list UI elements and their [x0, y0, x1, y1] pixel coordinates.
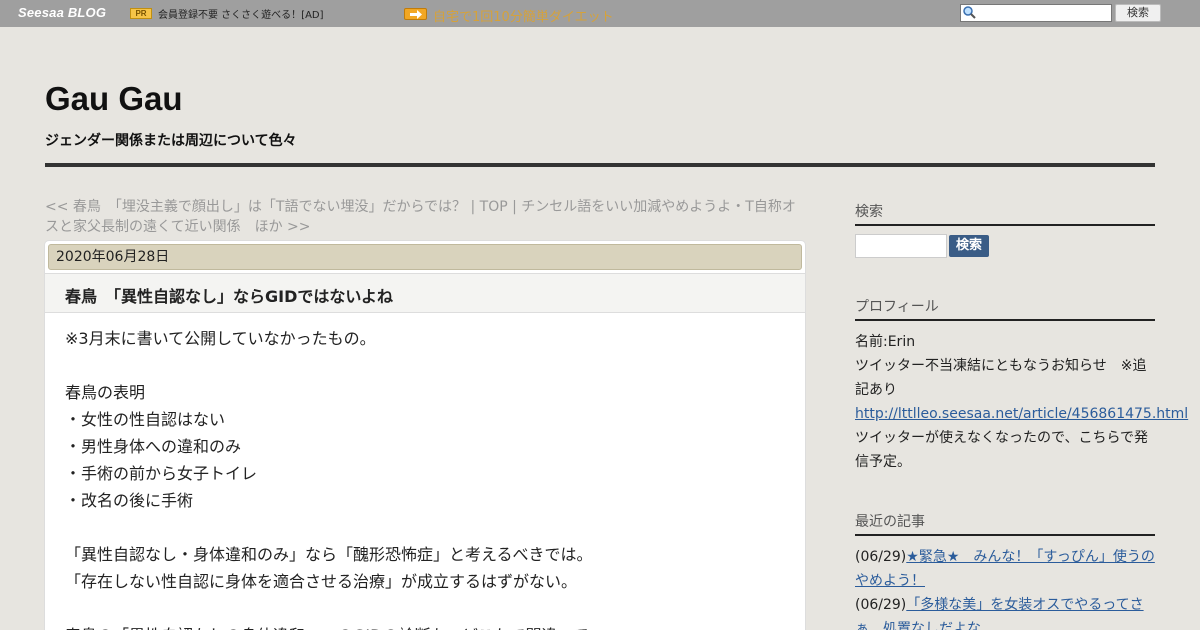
recent-posts: (06/29)★緊急★ みんな！「すっぴん」使うのやめよう！ (06/29)「多…: [855, 545, 1155, 630]
top-search-button[interactable]: 検索: [1115, 4, 1161, 22]
profile-section: 名前:Erin ツイッター不当凍結にともなうお知らせ ※追記あり http://…: [855, 330, 1188, 474]
sidebar-recent-heading: 最近の記事: [855, 511, 1155, 536]
arrow-right-icon: [404, 8, 427, 20]
body-line: ・改名の後に手術: [65, 491, 194, 510]
article: 2020年06月28日 春鳥 「異性自認なし」ならGIDではないよね ※3月末に…: [45, 241, 805, 630]
profile-notice: ツイッター不当凍結にともなうお知らせ ※追記あり: [855, 358, 1147, 398]
sidebar-search-button[interactable]: 検索: [949, 235, 989, 257]
recent-date: (06/29): [855, 597, 907, 613]
body-line: 春鳥の表明: [65, 383, 146, 402]
recent-item: (06/29)「多様な美」を女装オスでやるってさぁ 処置なしだよな: [855, 593, 1155, 630]
post-navigation-text[interactable]: << 春鳥 「埋没主義で顔出し」は「T語でない埋没」だからでは？ | TOP |…: [45, 199, 796, 235]
sidebar-profile-heading: プロフィール: [855, 296, 1155, 321]
post-body: ※3月末に書いて公開していなかったもの。 春鳥の表明 ・女性の性自認はない ・男…: [65, 325, 785, 630]
body-line: ・手術の前から女子トイレ: [65, 464, 258, 483]
post-date: 2020年06月28日: [48, 244, 802, 270]
blog-title[interactable]: Gau Gau: [45, 80, 183, 118]
seesaa-blog-logo[interactable]: Seesaa BLOG: [18, 5, 106, 21]
blog-subtitle: ジェンダー関係または周辺について色々: [45, 133, 297, 149]
body-line: ・男性身体への違和のみ: [65, 437, 242, 456]
body-line: [65, 514, 785, 541]
sidebar-search-input[interactable]: [855, 234, 947, 258]
profile-note: ツイッターが使えなくなったので、こちらで発信予定。: [855, 430, 1149, 470]
search-icon: [963, 6, 976, 19]
body-line: [65, 595, 785, 622]
recent-item: (06/29)★緊急★ みんな！「すっぴん」使うのやめよう！: [855, 545, 1155, 593]
sidebar-search-heading: 検索: [855, 201, 1155, 226]
header-divider: [45, 163, 1155, 167]
body-line: 「存在しない性自認に身体を適合させる治療」が成立するはずがない。: [65, 572, 578, 591]
body-line: [65, 352, 785, 379]
body-line: ※3月末に書いて公開していなかったもの。: [65, 329, 376, 348]
recent-date: (06/29): [855, 549, 907, 565]
profile-name: 名前:Erin: [855, 334, 916, 350]
top-bar: Seesaa BLOG PR 会員登録不要 さくさく遊べる！[AD] 自宅で1回…: [0, 0, 1200, 27]
body-line: 「異性自認なし・身体違和のみ」なら「醜形恐怖症」と考えるべきでは。: [65, 545, 593, 564]
ad-link[interactable]: 自宅で1回10分簡単ダイエット: [433, 6, 614, 25]
body-line: 春鳥の「異性自認なしの身体違和」へのGIDの診断も、どこかで間違って: [65, 622, 785, 630]
body-line: ・女性の性自認はない: [65, 410, 226, 429]
post-navigation[interactable]: << 春鳥 「埋没主義で顔出し」は「T語でない埋没」だからでは？ | TOP |…: [45, 197, 800, 237]
profile-link[interactable]: http://lttlleo.seesaa.net/article/456861…: [855, 406, 1188, 422]
ad-text[interactable]: 会員登録不要 さくさく遊べる！[AD]: [158, 6, 324, 21]
post-title[interactable]: 春鳥 「異性自認なし」ならGIDではないよね: [65, 283, 393, 307]
top-search-input[interactable]: [960, 4, 1112, 22]
post-title-bar: 春鳥 「異性自認なし」ならGIDではないよね: [45, 273, 805, 313]
pr-badge: PR: [130, 8, 152, 19]
